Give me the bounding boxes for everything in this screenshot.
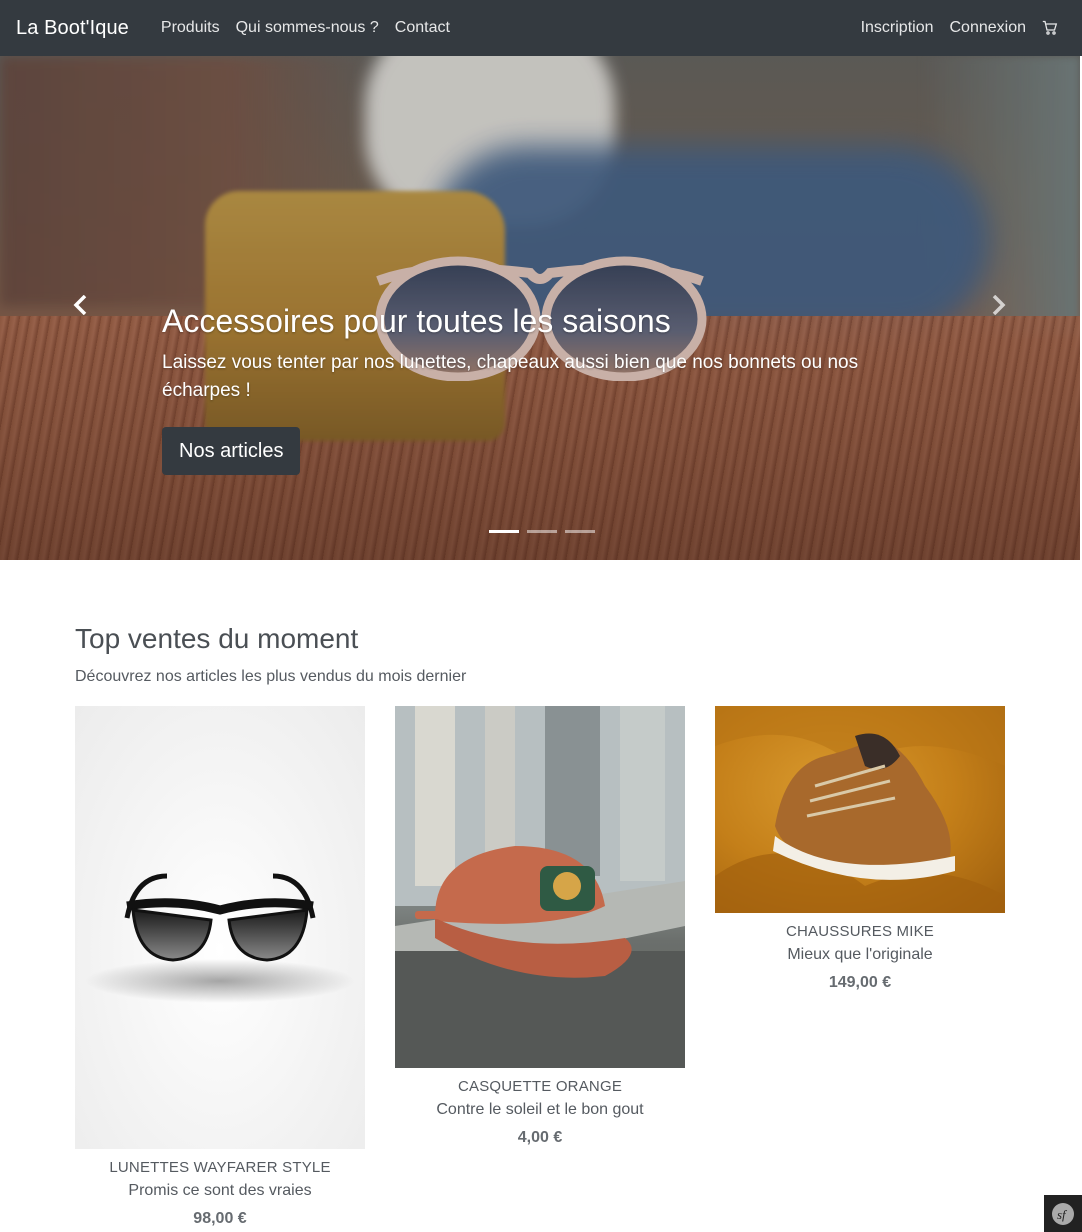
chevron-left-icon [73,295,87,315]
product-card[interactable]: Lunettes Wayfarer style Promis ce sont d… [75,706,365,1229]
nav-link-qui-sommes-nous[interactable]: Qui sommes-nous ? [228,19,387,37]
product-price: 98,00 € [193,1210,247,1227]
cap-image [395,706,685,1068]
cart-icon[interactable] [1034,20,1066,36]
section-title: Top ventes du moment [75,623,359,654]
product-price: 149,00 € [828,974,892,991]
carousel-indicator-2[interactable] [527,530,557,533]
carousel-caption: Accessoires pour toutes les saisons Lais… [162,302,922,475]
nav-link-produits[interactable]: Produits [153,19,228,37]
carousel-text: Laissez vous tenter par nos lunettes, ch… [162,352,859,401]
carousel-next-button[interactable] [983,290,1013,320]
symfony-logo-icon: sf [1052,1202,1074,1225]
product-card[interactable]: Casquette Orange Contre le soleil et le … [395,706,685,1148]
account-nav: Inscription Connexion [853,19,1066,37]
navbar: La Boot'Ique Produits Qui sommes-nous ? … [0,0,1082,56]
product-image[interactable] [75,706,365,1149]
sunglasses-image [85,873,355,1003]
product-name: Chaussures Mike [785,923,935,940]
product-name: Lunettes Wayfarer style [109,1159,331,1176]
carousel-title: Accessoires pour toutes les saisons [162,303,671,339]
hero-carousel: Accessoires pour toutes les saisons Lais… [0,56,1080,560]
nav-link-connexion[interactable]: Connexion [942,19,1035,37]
carousel-indicators [489,530,595,533]
carousel-prev-button[interactable] [66,290,96,320]
product-subtitle: Promis ce sont des vraies [128,1182,312,1199]
carousel-indicator-3[interactable] [565,530,595,533]
product-card[interactable]: Chaussures Mike Mieux que l'originale 14… [715,706,1005,993]
carousel-indicator-1[interactable] [489,530,519,533]
product-subtitle: Mieux que l'originale [787,946,933,963]
product-image[interactable] [395,706,685,1068]
product-price: 4,00 € [517,1129,563,1146]
product-subtitle: Contre le soleil et le bon gout [436,1101,644,1118]
main-nav: Produits Qui sommes-nous ? Contact [153,19,458,37]
nav-link-contact[interactable]: Contact [387,19,458,37]
symfony-toolbar-icon[interactable]: sf [1044,1195,1082,1232]
brand-logo[interactable]: La Boot'Ique [16,17,129,40]
product-image[interactable] [715,706,1005,913]
section-subtitle: Découvrez nos articles les plus vendus d… [75,668,467,685]
nos-articles-button[interactable]: Nos articles [162,427,301,475]
product-name: Casquette Orange [457,1078,623,1095]
sneaker-image [715,706,1005,913]
chevron-right-icon [992,295,1006,315]
nav-link-inscription[interactable]: Inscription [853,19,942,37]
